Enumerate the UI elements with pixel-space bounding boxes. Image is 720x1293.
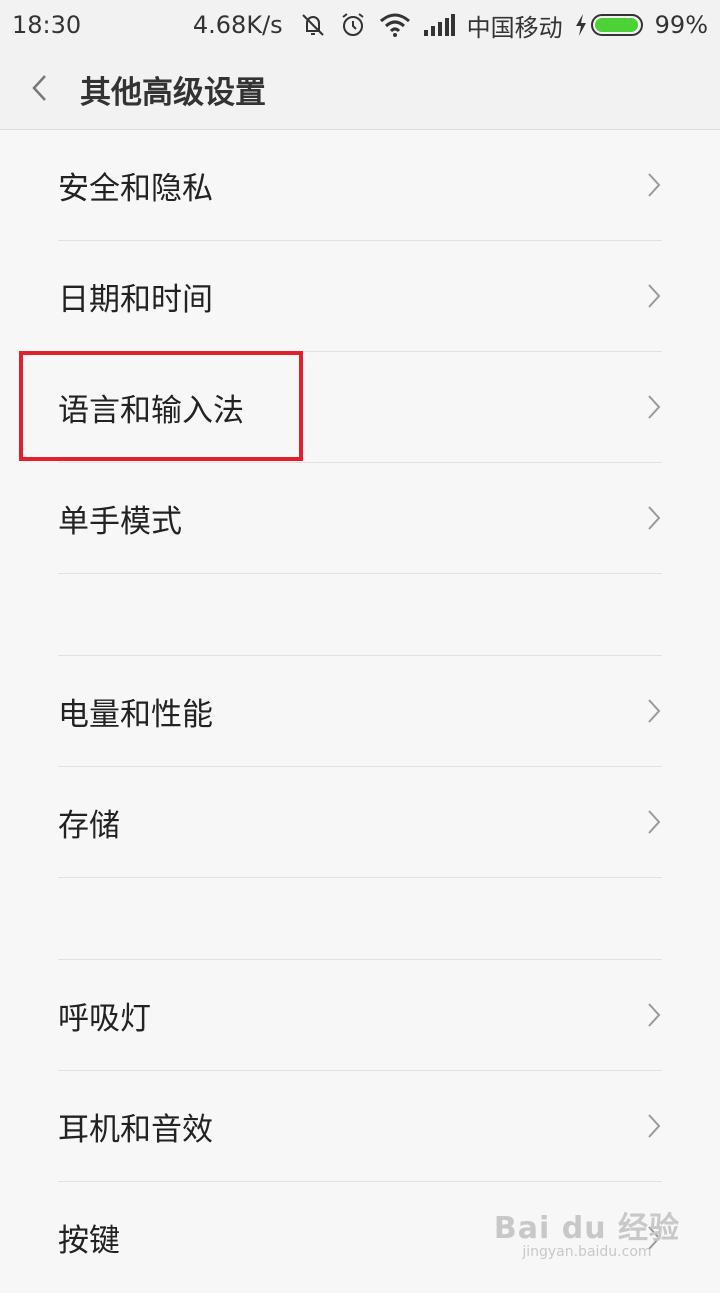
- settings-item-battery-performance[interactable]: 电量和性能: [58, 656, 662, 767]
- chevron-right-icon: [646, 808, 662, 836]
- battery-icon: [590, 14, 643, 36]
- settings-item-language-input[interactable]: 语言和输入法: [58, 352, 662, 463]
- wifi-icon: [379, 12, 411, 38]
- chevron-right-icon: [646, 282, 662, 310]
- chevron-right-icon: [646, 171, 662, 199]
- group-divider: [58, 574, 662, 656]
- status-time: 18:30: [12, 11, 82, 39]
- settings-item-label: 语言和输入法: [58, 392, 244, 429]
- battery-fill: [594, 18, 639, 32]
- chevron-right-icon: [646, 1112, 662, 1140]
- settings-item-one-hand-mode[interactable]: 单手模式: [58, 463, 662, 574]
- settings-item-label: 电量和性能: [58, 696, 213, 733]
- settings-item-label: 存储: [58, 807, 120, 844]
- settings-item-security-privacy[interactable]: 安全和隐私: [58, 130, 662, 241]
- battery-percent: 99%: [654, 11, 708, 39]
- mute-vibrate-icon: [299, 11, 327, 39]
- settings-item-label: 安全和隐私: [58, 170, 213, 207]
- settings-item-notification-light[interactable]: 呼吸灯: [58, 960, 662, 1071]
- settings-item-label: 呼吸灯: [58, 1000, 151, 1037]
- page-title: 其他高级设置: [80, 75, 266, 111]
- alarm-icon: [339, 11, 367, 39]
- baidu-jingyan-watermark: Bai du 经验 jingyan.baidu.com: [494, 1212, 680, 1260]
- chevron-right-icon: [646, 393, 662, 421]
- watermark-main: Bai du 经验: [493, 1210, 680, 1246]
- settings-list: 安全和隐私 日期和时间 语言和输入法 单手模式 电量和性能 存储 呼吸灯 耳机和…: [0, 130, 720, 1293]
- settings-item-label: 按键: [58, 1223, 120, 1259]
- back-button[interactable]: [0, 50, 80, 130]
- settings-item-label: 单手模式: [58, 503, 182, 540]
- settings-item-date-time[interactable]: 日期和时间: [58, 241, 662, 352]
- status-right-group: 4.68K/s 中国移动 99%: [193, 8, 708, 43]
- battery-group: [575, 14, 643, 36]
- settings-item-headphones-audio[interactable]: 耳机和音效: [58, 1071, 662, 1182]
- chevron-right-icon: [646, 504, 662, 532]
- status-bar: 18:30 4.68K/s 中国移动 99%: [0, 0, 720, 50]
- watermark-sub: jingyan.baidu.com: [522, 1243, 652, 1260]
- chevron-right-icon: [646, 697, 662, 725]
- signal-icon: [423, 14, 455, 36]
- carrier-name: 中国移动: [466, 13, 563, 42]
- chevron-left-icon: [30, 73, 50, 107]
- settings-item-storage[interactable]: 存储: [58, 767, 662, 878]
- settings-item-label: 耳机和音效: [58, 1111, 213, 1148]
- charging-icon: [575, 14, 587, 36]
- title-bar: 其他高级设置: [0, 50, 720, 130]
- settings-item-label: 日期和时间: [58, 281, 213, 318]
- group-divider: [58, 878, 662, 960]
- network-speed: 4.68K/s: [192, 11, 283, 39]
- chevron-right-icon: [646, 1001, 662, 1029]
